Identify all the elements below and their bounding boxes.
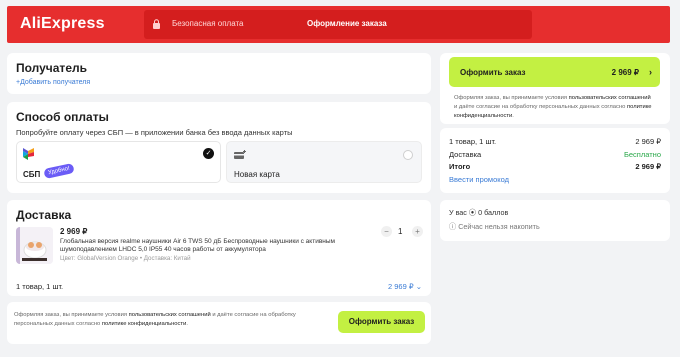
product-image[interactable]: [16, 227, 53, 264]
checkmark-icon: ✓: [203, 148, 214, 159]
delivery-card: Доставка 2 969 ₽ Глобальная версия realm…: [7, 200, 431, 296]
product-title[interactable]: Глобальная версия realme наушники Air 6 …: [60, 238, 340, 254]
delivery-summary-toggle[interactable]: 2 969 ₽ ⌄: [388, 282, 422, 291]
place-order-total: 2 969 ₽: [611, 68, 639, 77]
aliexpress-logo[interactable]: AliExpress: [20, 15, 105, 33]
new-card-label: Новая карта: [234, 170, 280, 179]
info-icon: ⓘ: [449, 222, 457, 231]
sidebar-user-agreement-link[interactable]: пользовательских соглашений: [569, 95, 651, 101]
place-order-button-bottom[interactable]: Оформить заказ: [338, 311, 425, 333]
shipping-value: Бесплатно: [623, 150, 661, 159]
sidebar-consent-text: Оформляя заказ, вы принимаете условия по…: [454, 95, 652, 119]
sbp-logo-icon: [23, 148, 34, 160]
product-meta: Цвет: GlobalVersion Orange • Доставка: К…: [60, 255, 191, 262]
delivery-title: Доставка: [16, 208, 72, 222]
place-order-button[interactable]: Оформить заказ 2 969 ₽ ›: [449, 57, 660, 87]
page-title: Оформление заказа: [307, 19, 387, 28]
payment-option-new-card[interactable]: Новая карта: [226, 141, 422, 183]
promo-code-link[interactable]: Ввести промокод: [449, 175, 661, 184]
bottom-order-bar: Оформляя заказ, вы принимаете условия по…: [7, 302, 431, 344]
privacy-policy-link[interactable]: политике конфиденциальности: [102, 321, 186, 327]
lock-icon: [153, 19, 160, 29]
decrease-quantity-button[interactable]: −: [381, 226, 392, 237]
points-card: У вас ⦿ 0 баллов ⓘ Сейчас нельзя накопит…: [440, 200, 670, 241]
chevron-right-icon: ›: [649, 67, 652, 77]
user-agreement-link[interactable]: пользовательских соглашений: [129, 312, 211, 318]
delivery-summary-label: 1 товар, 1 шт.: [16, 282, 64, 291]
items-row: 1 товар, 1 шт. 2 969 ₽: [449, 137, 661, 146]
payment-hint: Попробуйте оплату через СБП — в приложен…: [16, 128, 293, 137]
recipient-card: Получатель +Добавить получателя: [7, 53, 431, 94]
place-order-label: Оформить заказ: [460, 68, 526, 77]
secure-payment-label: Безопасная оплата: [172, 19, 244, 28]
consent-text: Оформляя заказ, вы принимаете условия по…: [14, 312, 296, 327]
card-add-icon: [234, 150, 246, 159]
sbp-label: СБП: [23, 170, 41, 179]
payment-card: Способ оплаты Попробуйте оплату через СБ…: [7, 102, 431, 193]
product-price: 2 969 ₽: [60, 227, 88, 236]
radio-button[interactable]: [403, 150, 413, 160]
chevron-down-icon: ⌄: [415, 282, 422, 291]
order-summary-card: Оформить заказ 2 969 ₽ › Оформляя заказ,…: [440, 53, 670, 124]
items-label: 1 товар, 1 шт.: [449, 137, 497, 146]
points-info-text: Сейчас нельзя накопить: [458, 222, 540, 231]
points-balance: У вас ⦿ 0 баллов: [449, 208, 509, 217]
quantity-stepper: − 1 +: [381, 226, 423, 238]
payment-option-sbp[interactable]: СБП Удобно! ✓: [16, 141, 221, 183]
increase-quantity-button[interactable]: +: [412, 226, 423, 237]
top-header: AliExpress Безопасная оплата Оформление …: [7, 6, 670, 43]
shipping-row: Доставка Бесплатно: [449, 150, 661, 159]
sbp-badge: Удобно!: [43, 162, 75, 180]
items-value: 2 969 ₽: [635, 137, 661, 146]
recipient-title: Получатель: [16, 61, 87, 75]
total-value: 2 969 ₽: [635, 162, 661, 171]
delivery-summary-price: 2 969 ₽: [387, 282, 414, 291]
header-bar: Безопасная оплата Оформление заказа: [144, 10, 532, 39]
total-row: Итого 2 969 ₽: [449, 162, 661, 171]
points-info: ⓘ Сейчас нельзя накопить: [449, 222, 540, 232]
shipping-label: Доставка: [449, 150, 482, 159]
price-breakdown-card: 1 товар, 1 шт. 2 969 ₽ Доставка Бесплатн…: [440, 128, 670, 193]
quantity-value: 1: [398, 227, 403, 236]
total-label: Итого: [449, 162, 471, 171]
payment-title: Способ оплаты: [16, 110, 109, 124]
add-recipient-link[interactable]: +Добавить получателя: [16, 79, 90, 86]
